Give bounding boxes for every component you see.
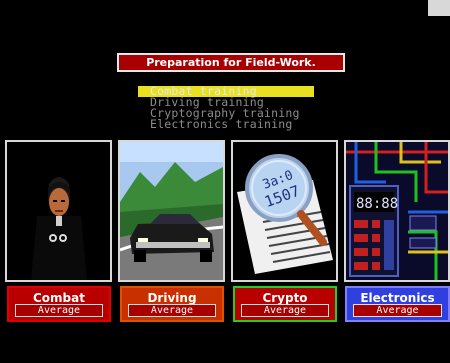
menu-item-electronics[interactable]: Electronics training [138,118,318,130]
driving-portrait[interactable] [118,140,225,282]
skill-card-driving: Driving Average [120,286,224,322]
screen-title: Preparation for Field-Work. [117,53,345,72]
combat-portrait[interactable] [5,140,112,282]
electronics-display: 88:88 [356,196,398,212]
skill-level-combat: Average [15,304,103,317]
window-corner [428,0,450,16]
skill-card-crypto: Crypto Average [233,286,337,322]
skill-level-driving: Average [128,304,216,317]
skill-level-electronics: Average [353,304,442,317]
training-menu: Combat training Driving training Cryptog… [138,85,318,130]
skill-card-electronics: Electronics Average [345,286,450,322]
skill-level-crypto: Average [241,304,329,317]
skill-card-combat: Combat Average [7,286,111,322]
crypto-portrait[interactable]: 3a:0 1507 [231,140,338,282]
electronics-portrait[interactable]: 88:88 [344,140,450,282]
